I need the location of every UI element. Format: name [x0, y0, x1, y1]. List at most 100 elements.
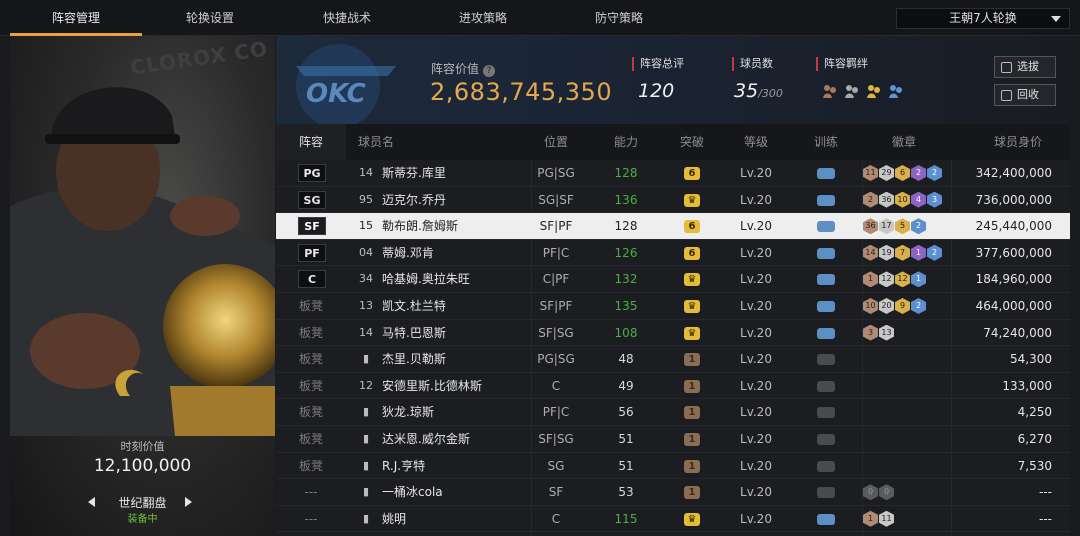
slot-cell: ---: [304, 511, 318, 526]
training-icon[interactable]: [817, 327, 835, 339]
col-level[interactable]: 等级: [716, 124, 796, 160]
training-icon[interactable]: [817, 221, 835, 233]
training-icon[interactable]: [817, 194, 835, 206]
badge-icon: 17: [879, 218, 894, 235]
slot-cell: 板凳: [298, 432, 323, 446]
breakthrough-badge: ♛: [684, 193, 700, 207]
player-level: Lv.20: [740, 432, 772, 446]
help-icon[interactable]: ?: [483, 65, 496, 77]
tab-tactics[interactable]: 快捷战术: [282, 0, 412, 36]
player-name[interactable]: R.J.亨特: [382, 453, 522, 479]
breakthrough-badge: 1: [684, 379, 700, 393]
moment-value: 12,100,000: [93, 456, 192, 476]
table-row[interactable]: PF 04 蒂姆.邓肯 PF|C 126 6 Lv.20 14 19 7 1 2 377,600,000: [276, 240, 1070, 267]
col-training[interactable]: 训练: [786, 124, 866, 160]
player-name[interactable]: 杰里.贝勒斯: [382, 346, 522, 372]
training-icon[interactable]: [817, 168, 835, 179]
recycle-icon: [1001, 90, 1012, 101]
player-level: Lv.20: [740, 458, 772, 473]
rotation-dropdown-value: 王朝7人轮换: [949, 11, 1017, 25]
breakthrough-badge: 1: [684, 433, 700, 446]
badge-list: 3 13: [863, 324, 895, 342]
player-salary: 133,000: [1002, 378, 1052, 393]
slot-cell: PF: [276, 240, 346, 266]
slot-badge: SF: [298, 217, 326, 236]
player-name[interactable]: 安德里斯.比德林斯: [382, 373, 522, 399]
training-icon[interactable]: [817, 487, 835, 499]
player-name[interactable]: 斯蒂芬.库里: [382, 160, 522, 186]
col-lineup[interactable]: 阵容: [276, 124, 346, 160]
training-icon[interactable]: [817, 354, 835, 366]
player-ability: 132: [614, 272, 638, 287]
player-name[interactable]: 迈克尔.乔丹: [382, 187, 522, 213]
table-row[interactable]: SF 15 勒布朗.詹姆斯 SF|PF 128 6 Lv.20 36 17 5 2 245,440,0…: [276, 213, 1070, 240]
chevron-right-icon[interactable]: [185, 497, 192, 507]
player-name[interactable]: 达米恩.威尔金斯: [382, 426, 522, 452]
chevron-left-icon[interactable]: [88, 497, 95, 507]
training-icon[interactable]: [817, 380, 835, 392]
player-salary: 54,300: [1010, 352, 1052, 367]
bond-bronze-icon[interactable]: [822, 84, 838, 98]
jersey-number: 14: [359, 325, 373, 339]
pick-button[interactable]: 选拔: [994, 56, 1056, 78]
player-position: SF|SG: [538, 432, 574, 446]
tab-lineup[interactable]: 阵容管理: [10, 0, 142, 36]
player-position: C: [551, 511, 561, 526]
table-row[interactable]: 板凳 13 凯文.杜兰特 SF|PF 135 ♛ Lv.20 10 20 9 2 464,000,00…: [276, 293, 1070, 320]
player-salary: 464,000,000: [975, 299, 1052, 313]
table-row[interactable]: C 34 哈基姆.奥拉朱旺 C|PF 132 ♛ Lv.20 1 12 12 1 184,960,00…: [276, 266, 1070, 293]
bond-gold-icon[interactable]: [866, 84, 882, 98]
col-position[interactable]: 位置: [516, 124, 596, 160]
player-name[interactable]: 狄龙.琼斯: [382, 399, 522, 425]
training-icon[interactable]: [817, 513, 835, 525]
table-row[interactable]: 板凳 12 安德里斯.比德林斯 C 49 1 Lv.20 133,000: [276, 373, 1070, 400]
training-icon[interactable]: [817, 247, 835, 259]
table-row[interactable]: --- ▮ 一桶冰cola SF 53 1 Lv.20 0 0 ---: [276, 479, 1070, 506]
player-position: SF: [548, 485, 564, 500]
training-icon[interactable]: [817, 407, 835, 419]
player-type-icon: ▮: [362, 511, 370, 525]
tab-offense[interactable]: 进攻策略: [418, 0, 548, 36]
badge-icon: 4: [911, 191, 926, 208]
table-row[interactable]: PG 14 斯蒂芬.库里 PG|SG 128 6 Lv.20 11 29 6 2 2 342,400,0…: [276, 160, 1070, 187]
jersey-number: 95: [359, 192, 373, 206]
player-name[interactable]: 蒂姆.邓肯: [382, 240, 522, 266]
tab-defense[interactable]: 防守策略: [554, 0, 684, 36]
training-icon[interactable]: [817, 301, 835, 312]
table-row[interactable]: 板凳 14 马特.巴恩斯 SF|SG 108 ♛ Lv.20 3 13 74,240,000: [276, 320, 1070, 347]
player-name[interactable]: 一桶冰cola: [382, 479, 522, 505]
slot-cell: PG: [276, 160, 346, 186]
bond-blue-icon[interactable]: [888, 84, 904, 98]
recycle-button[interactable]: 回收: [994, 84, 1056, 106]
col-badges[interactable]: 徽章: [864, 124, 944, 160]
chevron-down-icon: [1051, 16, 1061, 22]
training-icon[interactable]: [817, 434, 835, 445]
col-salary[interactable]: 球员身价: [966, 124, 1070, 160]
table-row[interactable]: 板凳 ▮ R.J.亨特 SG 51 1 Lv.20 7,530: [276, 453, 1070, 480]
team-abbr: OKC: [306, 79, 366, 109]
player-name[interactable]: 勒布朗.詹姆斯: [382, 213, 522, 239]
training-icon[interactable]: [817, 460, 835, 472]
training-icon[interactable]: [817, 274, 835, 286]
player-ability: 51: [618, 432, 634, 446]
badge-icon: 3: [863, 324, 878, 341]
badge-icon: 7: [895, 244, 910, 261]
player-ability: 115: [614, 511, 638, 526]
table-row[interactable]: 板凳 ▮ 杰里.贝勒斯 PG|SG 48 1 Lv.20 54,300: [276, 346, 1070, 373]
player-name[interactable]: 姚明: [382, 506, 522, 532]
player-salary: 377,600,000: [975, 245, 1052, 260]
tab-rotation[interactable]: 轮换设置: [145, 0, 275, 36]
player-name[interactable]: 哈基姆.奥拉朱旺: [382, 266, 522, 292]
table-row[interactable]: SG 95 迈克尔.乔丹 SG|SF 136 ♛ Lv.20 2 36 10 4 3 736,000,0…: [276, 187, 1070, 214]
table-row[interactable]: --- ▮ 姚明 C 115 ♛ Lv.20 1 11 ---: [276, 506, 1070, 533]
table-row[interactable]: 板凳 ▮ 狄龙.琼斯 PF|C 56 1 Lv.20 4,250: [276, 399, 1070, 426]
rotation-dropdown[interactable]: 王朝7人轮换: [896, 8, 1070, 29]
table-row[interactable]: 板凳 ▮ 达米恩.威尔金斯 SF|SG 51 1 Lv.20 6,270: [276, 426, 1070, 453]
bond-silver-icon[interactable]: [844, 84, 860, 98]
badge-icon: 9: [895, 298, 910, 314]
player-position: PF|C: [542, 245, 570, 260]
player-name[interactable]: 马特.巴恩斯: [382, 320, 522, 346]
col-name[interactable]: 球员名: [346, 124, 406, 160]
player-level: Lv.20: [740, 219, 772, 234]
player-name[interactable]: 凯文.杜兰特: [382, 293, 522, 319]
